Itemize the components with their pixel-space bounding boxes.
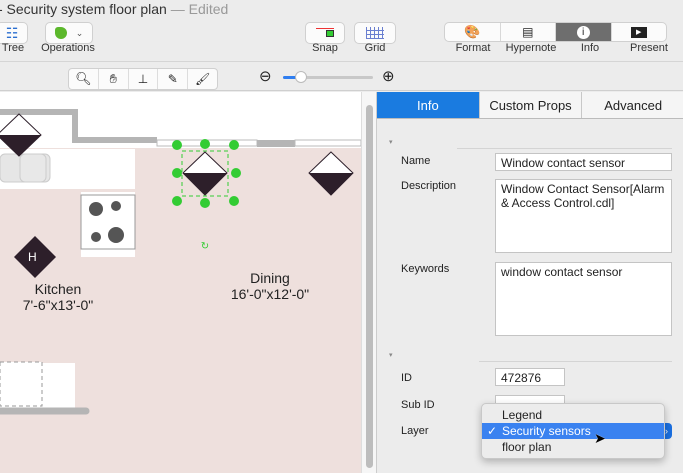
- operations-button[interactable]: ⌄: [45, 22, 93, 44]
- vertical-scrollbar[interactable]: [361, 92, 376, 473]
- burner: [111, 201, 121, 211]
- dining-label: Dining 16'-0"x12'-0": [210, 270, 330, 302]
- subid-label: Sub ID: [401, 399, 435, 411]
- zoom-slider-knob[interactable]: [295, 71, 307, 83]
- keywords-field[interactable]: window contact sensor: [495, 262, 672, 336]
- scrollbar-thumb[interactable]: [366, 105, 373, 468]
- format-button[interactable]: 🎨: [445, 23, 501, 41]
- hypernote-button[interactable]: ▤: [501, 23, 556, 41]
- tree-button[interactable]: ☷: [0, 22, 28, 44]
- id-field[interactable]: 472876: [495, 368, 565, 386]
- id-label: ID: [401, 372, 412, 384]
- keywords-label: Keywords: [401, 263, 450, 275]
- secondary-toolbar: 🔍︎ ✋︎ ⊥ ✎ 🖌︎ ⊖ ⊕: [0, 61, 683, 91]
- kitchen-label: Kitchen 7'-6"x13'-0": [8, 281, 108, 313]
- info-button[interactable]: i: [556, 23, 612, 41]
- menu-item-legend[interactable]: Legend: [482, 407, 664, 423]
- menu-item-floor-plan[interactable]: floor plan: [482, 439, 664, 455]
- tab-advanced[interactable]: Advanced: [582, 92, 683, 118]
- tab-info[interactable]: Info: [377, 92, 480, 118]
- layer-label: Layer: [401, 425, 429, 437]
- burner: [108, 227, 124, 243]
- stamp-tool[interactable]: ⊥: [129, 69, 159, 89]
- eyedropper-icon: ✎: [167, 72, 178, 86]
- disclosure-icon[interactable]: ▾: [389, 351, 393, 359]
- checkmark-icon: ✓: [487, 424, 498, 438]
- stove-icon: [80, 194, 136, 250]
- tab-custom-props[interactable]: Custom Props: [479, 92, 583, 118]
- rotate-handle-icon[interactable]: ↻: [201, 241, 209, 252]
- mouse-cursor-icon: ➤: [594, 430, 606, 446]
- window-opening: [294, 139, 361, 147]
- appliance-icon: [0, 361, 43, 407]
- brush-icon: 🖌︎: [194, 72, 211, 86]
- layer-dropdown-menu: Legend ✓ Security sensors floor plan: [481, 403, 665, 459]
- room-size: 16'-0"x12'-0": [230, 286, 310, 302]
- tool-group: 🔍︎ ✋︎ ⊥ ✎ 🖌︎: [68, 68, 218, 90]
- room-name: Dining: [250, 270, 290, 286]
- disclosure-icon[interactable]: ▾: [389, 138, 393, 146]
- hand-tool[interactable]: ✋︎: [99, 69, 129, 89]
- hand-icon: ✋︎: [109, 71, 117, 86]
- tree-label: Tree: [1, 42, 25, 54]
- stamp-icon: ⊥: [137, 72, 149, 86]
- edited-status: — Edited: [170, 1, 229, 17]
- palette-icon: 🎨: [464, 24, 481, 39]
- tree-icon: ☷: [5, 24, 19, 41]
- magnifier-icon: 🔍︎: [75, 71, 92, 86]
- floor-plan-canvas[interactable]: ↻ H Kitchen 7'-6"x13'-0" Dining 16'-0"x12'…: [0, 92, 361, 473]
- window-title: - Security system floor plan — Edited: [0, 1, 228, 17]
- menu-item-label: Security sensors: [502, 424, 591, 438]
- name-label: Name: [401, 155, 431, 167]
- present-label: Present: [630, 42, 668, 54]
- snap-label: Snap: [312, 42, 338, 54]
- grid-icon: [366, 27, 384, 39]
- grid-button[interactable]: [354, 22, 396, 44]
- room-name: Kitchen: [34, 281, 82, 297]
- document-name: - Security system floor plan: [0, 1, 167, 17]
- room-size: 7'-6"x13'-0": [22, 297, 94, 313]
- operations-icon: [54, 27, 67, 39]
- hypernote-icon: ▤: [522, 25, 534, 39]
- operations-label: Operations: [41, 42, 95, 54]
- info-icon: i: [576, 25, 590, 39]
- present-button[interactable]: ▶: [612, 23, 667, 41]
- info-label: Info: [580, 42, 600, 54]
- divider: [457, 148, 672, 149]
- zoom-out-icon[interactable]: ⊖: [259, 67, 272, 85]
- menu-item-security-sensors[interactable]: ✓ Security sensors: [482, 423, 664, 439]
- title-bar: - Security system floor plan — Edited: [0, 0, 683, 20]
- zoom-slider[interactable]: [283, 71, 373, 83]
- grid-label: Grid: [364, 42, 386, 54]
- burner: [89, 202, 103, 216]
- chevron-down-icon: ⌄: [75, 27, 84, 38]
- view-mode-segmented: 🎨 ▤ i ▶: [444, 22, 667, 42]
- description-field[interactable]: Window Contact Sensor[Alarm & Access Con…: [495, 179, 672, 253]
- format-brush-tool[interactable]: 🖌︎: [188, 69, 217, 89]
- search-tool[interactable]: 🔍︎: [69, 69, 99, 89]
- name-field[interactable]: Window contact sensor: [495, 153, 672, 171]
- burner: [91, 232, 101, 242]
- format-label: Format: [455, 42, 491, 54]
- divider: [479, 361, 672, 362]
- eyedropper-tool[interactable]: ✎: [158, 69, 189, 89]
- description-label: Description: [401, 180, 457, 192]
- hypernote-label: Hypernote: [505, 42, 557, 54]
- snap-icon: [316, 28, 334, 38]
- sink-basin: [19, 153, 47, 183]
- panel-tabs: Info Custom Props Advanced: [377, 92, 683, 119]
- zoom-in-icon[interactable]: ⊕: [382, 67, 395, 85]
- heat-detector-label: H: [28, 250, 37, 264]
- wall: [257, 140, 295, 147]
- play-icon: ▶: [630, 26, 647, 38]
- snap-button[interactable]: [305, 22, 345, 44]
